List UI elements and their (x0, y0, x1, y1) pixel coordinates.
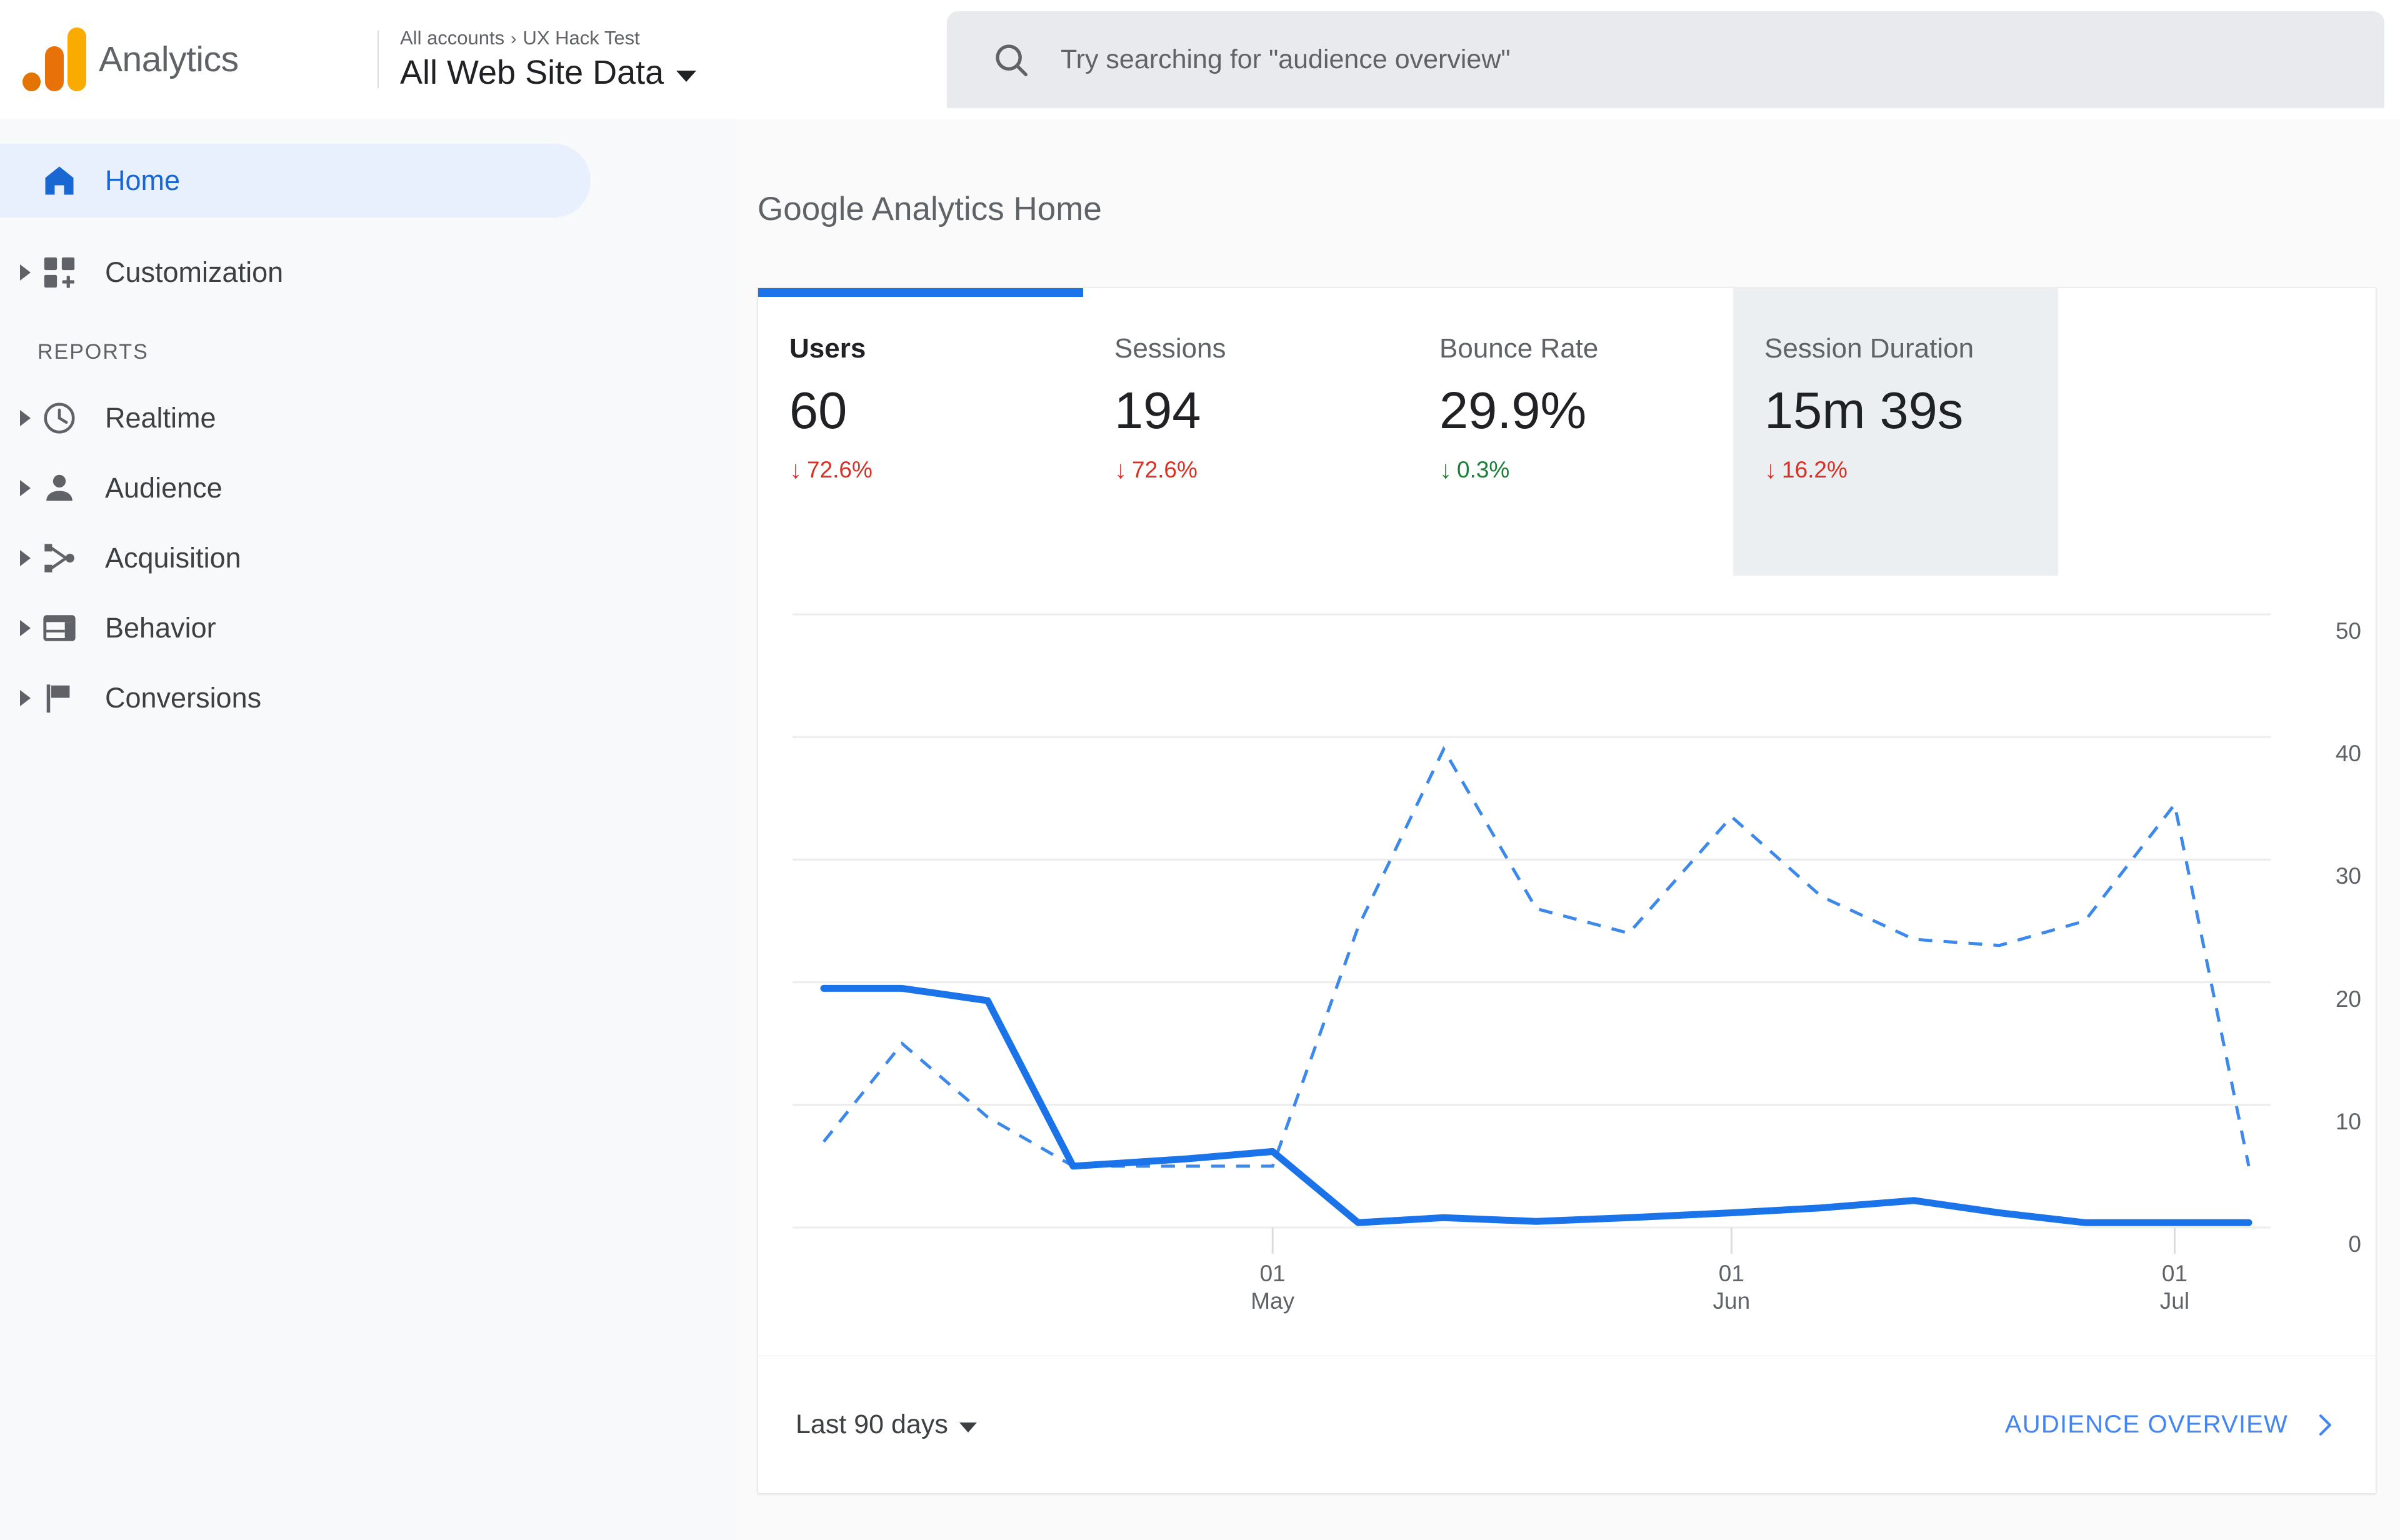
chart-plot-area (792, 613, 2271, 1254)
chevron-right-icon (2309, 1410, 2339, 1440)
metric-delta: ↓ 0.3% (1439, 457, 1733, 483)
metric-value: 29.9% (1439, 381, 1587, 439)
y-axis-tick-label: 30 (2335, 863, 2361, 889)
metric-delta-value: 0.3% (1457, 457, 1510, 482)
brand-block[interactable]: Analytics (0, 28, 375, 91)
metric-delta: ↓ 16.2% (1764, 457, 2058, 483)
sidebar-item-label-home: Home (105, 164, 181, 196)
expand-arrow-icon[interactable] (14, 480, 36, 496)
main-content: Google Analytics Home Users 60 ↓ 72.6% Se… (738, 119, 2400, 1540)
audience-overview-link[interactable]: AUDIENCE OVERVIEW (2005, 1410, 2339, 1440)
expand-arrow-icon[interactable] (14, 410, 36, 426)
header-divider (378, 31, 379, 88)
y-axis-tick-label: 20 (2335, 986, 2361, 1012)
date-range-selector[interactable]: Last 90 days (796, 1409, 977, 1440)
top-bar: Analytics All accounts › UX Hack Test All … (0, 0, 2400, 119)
metric-tab-session-duration[interactable]: Session Duration 15m 39s ↓ 16.2% (1733, 288, 2058, 576)
sidebar-item-conversions[interactable]: Conversions (0, 663, 738, 733)
brand-name: Analytics (99, 39, 239, 79)
metric-label: Users (789, 333, 866, 364)
x-axis-tick-label: 01 May (1251, 1261, 1295, 1314)
metric-tab-row: Users 60 ↓ 72.6% Sessions 194 ↓ 72.6% Boun… (758, 288, 2376, 576)
metric-label: Bounce Rate (1439, 333, 1599, 364)
card-footer: Last 90 days AUDIENCE OVERVIEW (758, 1356, 2377, 1493)
arrow-down-icon: ↓ (789, 456, 802, 484)
breadcrumb: All accounts › UX Hack Test (400, 27, 875, 49)
sidebar-item-label-behavior: Behavior (105, 612, 216, 644)
y-axis-tick-label: 0 (2348, 1231, 2361, 1257)
expand-arrow-icon[interactable] (14, 550, 36, 566)
arrow-down-icon: ↓ (1764, 456, 1777, 484)
sidebar-item-audience[interactable]: Audience (0, 453, 738, 523)
metric-delta-value: 72.6% (1132, 457, 1198, 482)
flag-icon (36, 680, 82, 716)
audience-overview-label: AUDIENCE OVERVIEW (2004, 1411, 2288, 1438)
page-title: Google Analytics Home (758, 191, 1102, 228)
metric-tab-users[interactable]: Users 60 ↓ 72.6% (758, 288, 1083, 576)
expand-arrow-icon[interactable] (14, 264, 36, 281)
metric-value: 15m 39s (1764, 381, 1964, 439)
y-axis-tick-label: 40 (2335, 741, 2361, 767)
users-trend-chart: 0 10 20 30 40 50 01 May 01 Jun 01 Jul (758, 576, 2377, 1357)
date-range-label: Last 90 days (796, 1409, 948, 1439)
sidebar-item-home[interactable]: Home (0, 144, 591, 218)
clock-icon (36, 400, 82, 436)
metric-label: Session Duration (1764, 333, 1974, 364)
breadcrumb-account[interactable]: All accounts (400, 27, 504, 49)
sidebar: Home Customization REPORTS Realtime Audi… (0, 119, 738, 1540)
breadcrumb-property[interactable]: UX Hack Test (522, 27, 639, 49)
overview-card: Users 60 ↓ 72.6% Sessions 194 ↓ 72.6% Boun… (758, 288, 2377, 1494)
sidebar-item-label-audience: Audience (105, 472, 222, 504)
expand-arrow-icon[interactable] (14, 690, 36, 706)
sidebar-item-label-conversions: Conversions (105, 682, 262, 714)
property-selector[interactable]: All accounts › UX Hack Test All Web Site D… (400, 27, 875, 92)
x-axis-tick-label: 01 Jul (2159, 1261, 2190, 1314)
arrow-down-icon: ↓ (1439, 456, 1452, 484)
sidebar-item-label-realtime: Realtime (105, 402, 216, 434)
metric-delta: ↓ 72.6% (1114, 457, 1408, 483)
breadcrumb-separator-icon: › (511, 29, 517, 48)
sidebar-item-label-customization: Customization (105, 256, 284, 288)
y-axis-tick-label: 50 (2335, 618, 2361, 644)
home-icon (36, 162, 82, 199)
metric-label: Sessions (1114, 333, 1226, 364)
search-icon (996, 44, 1028, 76)
google-analytics-logo-icon (21, 28, 86, 91)
chevron-down-icon[interactable] (676, 71, 697, 82)
y-axis-tick-label: 10 (2335, 1108, 2361, 1134)
sidebar-item-label-acquisition: Acquisition (105, 542, 241, 574)
share-icon (36, 540, 82, 576)
metric-value: 194 (1114, 381, 1201, 439)
person-icon (36, 470, 82, 506)
property-view-name[interactable]: All Web Site Data (400, 53, 664, 92)
customization-icon (36, 254, 82, 291)
metric-delta: ↓ 72.6% (789, 457, 1083, 483)
metric-delta-value: 16.2% (1782, 457, 1848, 482)
sidebar-item-behavior[interactable]: Behavior (0, 593, 738, 663)
chevron-down-icon (959, 1422, 977, 1432)
metric-tab-bounce-rate[interactable]: Bounce Rate 29.9% ↓ 0.3% (1408, 288, 1733, 576)
sidebar-item-acquisition[interactable]: Acquisition (0, 523, 738, 593)
arrow-down-icon: ↓ (1114, 456, 1127, 484)
x-axis-tick-label: 01 Jun (1712, 1261, 1751, 1314)
search-bar[interactable] (947, 11, 2384, 108)
metric-delta-value: 72.6% (807, 457, 872, 482)
expand-arrow-icon[interactable] (14, 620, 36, 636)
sidebar-section-reports: REPORTS (38, 340, 149, 364)
search-input[interactable] (1061, 44, 2248, 75)
window-icon (36, 610, 82, 646)
metric-tab-sessions[interactable]: Sessions 194 ↓ 72.6% (1083, 288, 1408, 576)
sidebar-item-realtime[interactable]: Realtime (0, 383, 738, 453)
sidebar-item-customization[interactable]: Customization (0, 238, 738, 308)
metric-value: 60 (789, 381, 848, 439)
